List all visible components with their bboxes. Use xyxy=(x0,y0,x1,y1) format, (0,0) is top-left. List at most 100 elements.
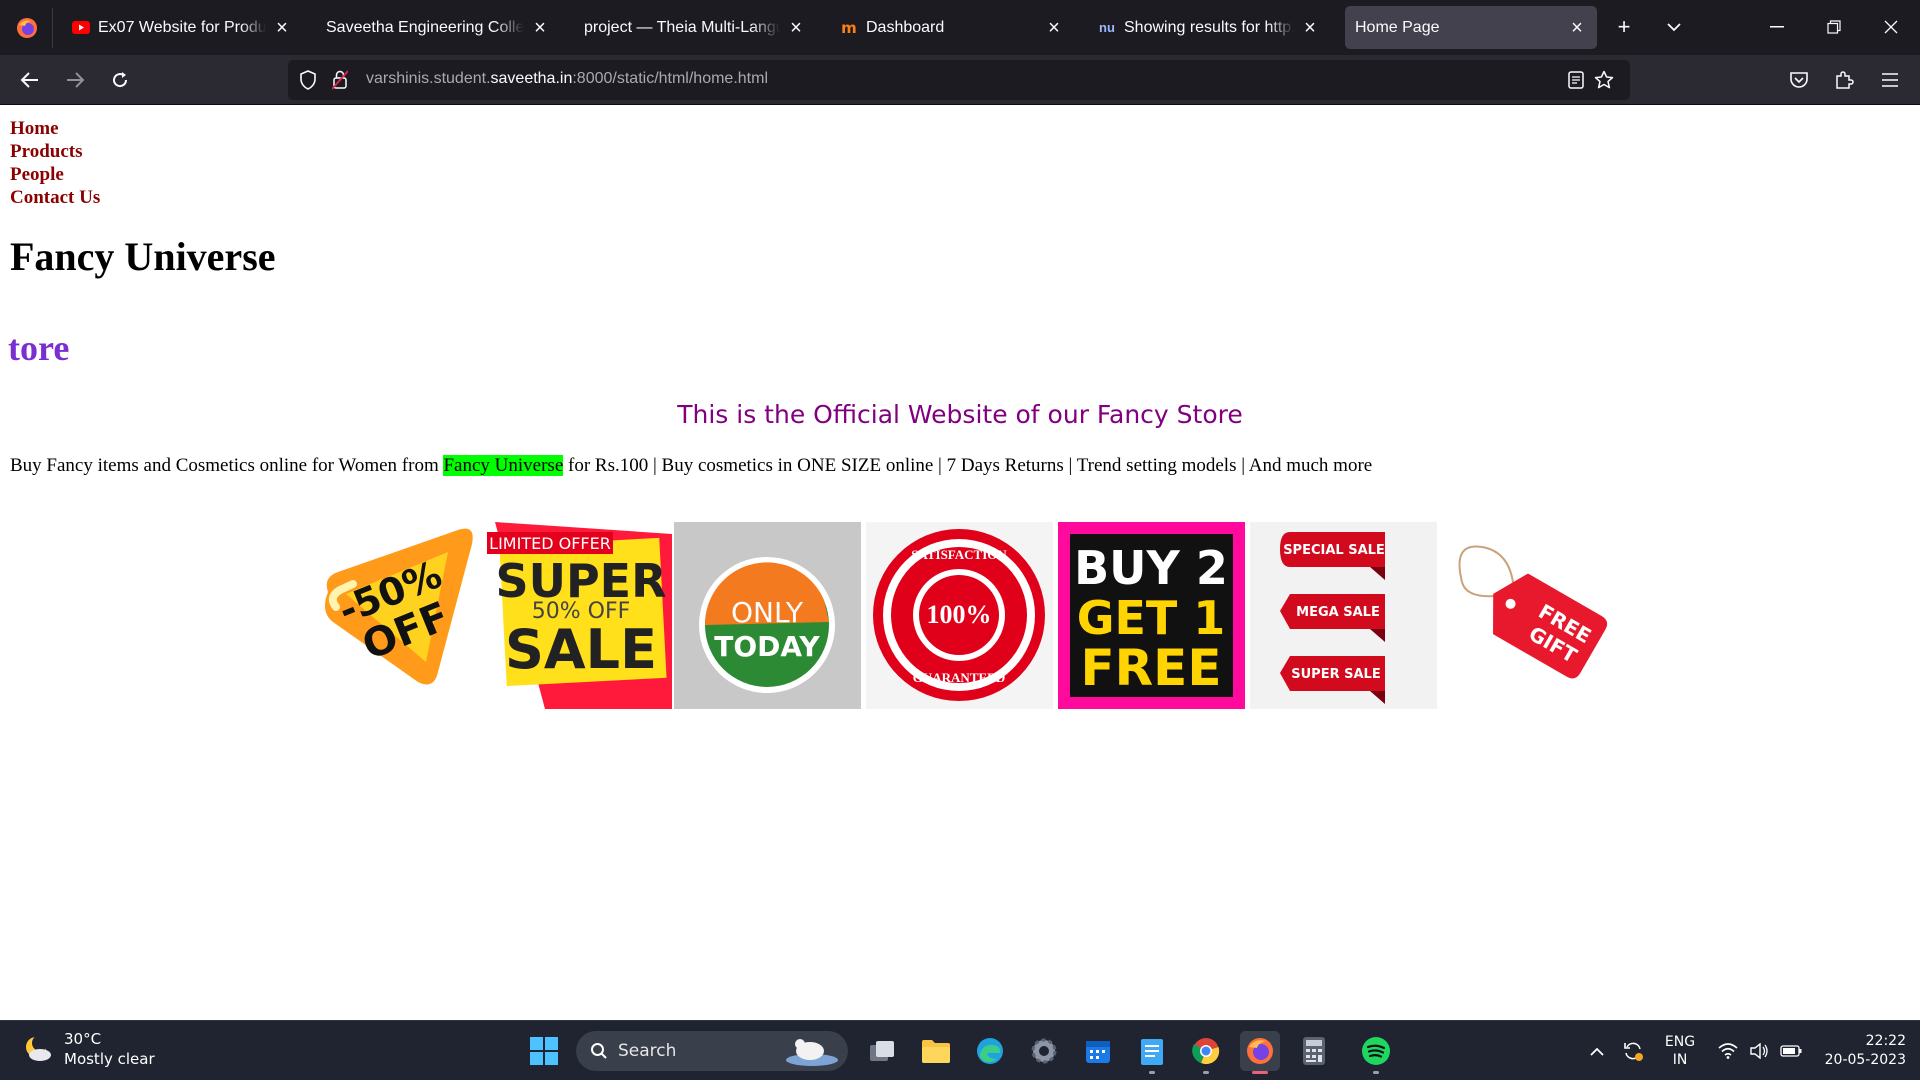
only-today-image: ONLY TODAY xyxy=(674,522,861,709)
weather-condition: Mostly clear xyxy=(64,1050,155,1068)
tab-dashboard[interactable]: m Dashboard × xyxy=(830,6,1074,49)
svg-text:SPECIAL SALE: SPECIAL SALE xyxy=(1283,543,1385,558)
list-all-tabs-button[interactable] xyxy=(1655,8,1693,46)
edge-icon xyxy=(977,1038,1003,1064)
tab-saveetha[interactable]: Saveetha Engineering College × xyxy=(316,6,560,49)
file-explorer-button[interactable] xyxy=(916,1031,956,1071)
task-view-icon xyxy=(870,1041,894,1061)
svg-text:GET 1: GET 1 xyxy=(1077,591,1226,645)
close-tab-icon[interactable]: × xyxy=(786,18,806,38)
active-indicator xyxy=(1252,1071,1268,1074)
close-icon xyxy=(1884,20,1898,34)
firefox-taskbar-button[interactable] xyxy=(1240,1031,1280,1074)
back-button[interactable] xyxy=(12,62,48,98)
clock-date: 20-05-2023 xyxy=(1824,1052,1906,1068)
tab-youtube[interactable]: Ex07 Website for Product De × xyxy=(62,6,302,49)
url-text[interactable]: varshinis.student.saveetha.in:8000/stati… xyxy=(366,70,768,88)
tab-title: project — Theia Multi-Language xyxy=(584,18,780,36)
clock-time: 22:22 xyxy=(1865,1033,1906,1049)
task-view-button[interactable] xyxy=(862,1031,902,1071)
sync-status-button[interactable] xyxy=(1618,1021,1648,1080)
svg-text:SATISFACTION: SATISFACTION xyxy=(911,547,1007,562)
official-website-heading: This is the Official Website of our Fanc… xyxy=(677,400,1243,429)
minimize-button[interactable] xyxy=(1758,8,1796,46)
close-tab-icon[interactable]: × xyxy=(1567,18,1587,38)
calculator-button[interactable] xyxy=(1294,1031,1334,1071)
plus-icon: + xyxy=(1617,14,1631,39)
chrome-button[interactable] xyxy=(1186,1031,1226,1074)
restore-button[interactable] xyxy=(1815,8,1853,46)
tab-title: Ex07 Website for Product De xyxy=(98,18,266,36)
edge-button[interactable] xyxy=(970,1031,1010,1071)
close-window-button[interactable] xyxy=(1872,8,1910,46)
moon-cloud-icon xyxy=(26,1035,51,1061)
hamburger-menu-icon xyxy=(1882,73,1898,87)
pocket-button[interactable] xyxy=(1781,62,1817,98)
show-hidden-icons-button[interactable] xyxy=(1582,1021,1612,1080)
address-bar[interactable]: varshinis.student.saveetha.in:8000/stati… xyxy=(288,60,1630,100)
spotify-button[interactable] xyxy=(1356,1031,1396,1074)
extensions-button[interactable] xyxy=(1826,62,1862,98)
nav-link-people[interactable]: People xyxy=(10,163,64,186)
satisfaction-guaranteed-image: 100% SATISFACTION GUARANTEED xyxy=(866,522,1053,709)
page-subtitle: tore xyxy=(8,328,70,368)
notepad-button[interactable] xyxy=(1132,1031,1172,1074)
input-language-indicator[interactable]: ENG IN xyxy=(1660,1021,1700,1080)
tab-home-page[interactable]: Home Page × xyxy=(1345,6,1597,49)
chrome-icon xyxy=(1192,1038,1220,1065)
svg-text:SALE: SALE xyxy=(505,618,657,681)
minimize-icon xyxy=(1770,26,1784,28)
bookmark-star-icon[interactable] xyxy=(1592,68,1616,92)
windows-taskbar: 30°C Mostly clear Search ENG IN 22:22 20… xyxy=(0,1020,1920,1080)
clock-button[interactable]: 22:22 20-05-2023 xyxy=(1806,1021,1916,1080)
navigation-toolbar: varshinis.student.saveetha.in:8000/stati… xyxy=(0,55,1920,105)
new-tab-button[interactable]: + xyxy=(1605,8,1643,46)
close-tab-icon[interactable]: × xyxy=(272,18,292,38)
nav-link-home[interactable]: Home xyxy=(10,117,59,140)
tab-theia[interactable]: project — Theia Multi-Language × xyxy=(574,6,816,49)
calendar-icon xyxy=(1086,1041,1110,1063)
notepad-icon xyxy=(1141,1039,1163,1065)
folder-icon xyxy=(922,1040,950,1063)
insecure-lock-icon[interactable] xyxy=(328,68,352,92)
calendar-app-button[interactable] xyxy=(1078,1031,1118,1071)
quick-settings-button[interactable] xyxy=(1712,1021,1808,1080)
svg-text:GUARANTEED: GUARANTEED xyxy=(913,670,1005,685)
tab-results[interactable]: nu Showing results for http://va × xyxy=(1088,6,1330,49)
weather-widget[interactable]: 30°C Mostly clear xyxy=(22,1029,155,1069)
shield-icon[interactable] xyxy=(296,68,320,92)
search-highlight-icon xyxy=(786,1039,838,1066)
chevron-down-icon xyxy=(1667,23,1681,32)
firefox-view-button[interactable] xyxy=(0,0,53,55)
svg-text:BUY 2: BUY 2 xyxy=(1074,541,1228,595)
reader-view-icon[interactable] xyxy=(1564,68,1588,92)
nav-link-contact-us[interactable]: Contact Us xyxy=(10,186,100,209)
close-tab-icon[interactable]: × xyxy=(530,18,550,38)
reload-button[interactable] xyxy=(102,62,138,98)
tab-bar: Ex07 Website for Product De × Saveetha E… xyxy=(0,0,1920,55)
svg-text:ONLY: ONLY xyxy=(731,596,804,629)
moodle-icon: m xyxy=(841,18,857,37)
running-indicator xyxy=(1203,1071,1209,1074)
reload-icon xyxy=(113,72,128,88)
gear-icon xyxy=(1031,1038,1057,1064)
firefox-icon xyxy=(16,17,37,38)
app-menu-button[interactable] xyxy=(1872,62,1908,98)
search-icon xyxy=(591,1043,607,1059)
close-tab-icon[interactable]: × xyxy=(1300,18,1320,38)
tab-title: Showing results for http://va xyxy=(1124,18,1294,36)
running-indicator xyxy=(1149,1071,1155,1074)
tab-title: Saveetha Engineering College xyxy=(326,18,524,36)
svg-text:100%: 100% xyxy=(927,600,992,629)
store-description: Buy Fancy items and Cosmetics online for… xyxy=(10,455,1373,476)
forward-button[interactable] xyxy=(57,62,93,98)
weather-temperature: 30°C xyxy=(64,1030,102,1048)
taskbar-search-box[interactable]: Search xyxy=(576,1031,848,1071)
svg-text:TODAY: TODAY xyxy=(714,630,820,663)
chevron-up-icon xyxy=(1590,1047,1604,1056)
firefox-icon xyxy=(1247,1038,1273,1064)
nav-link-products[interactable]: Products xyxy=(10,140,82,163)
close-tab-icon[interactable]: × xyxy=(1044,18,1064,38)
settings-button[interactable] xyxy=(1024,1031,1064,1071)
start-button[interactable] xyxy=(524,1031,564,1071)
